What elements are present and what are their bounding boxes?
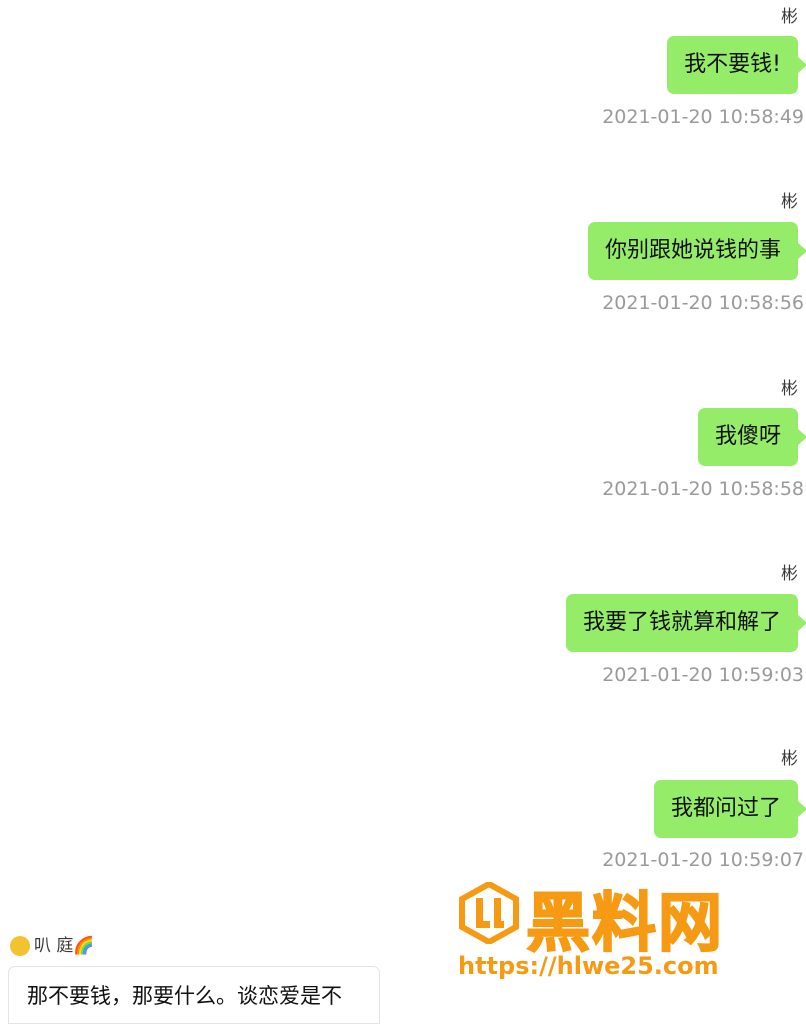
- message-bubble[interactable]: 我都问过了: [653, 780, 806, 838]
- sender-name: 彬: [781, 192, 798, 212]
- sender-name: 彬: [781, 564, 798, 584]
- message-timestamp: 2021-01-20 10:58:56: [602, 292, 804, 314]
- message-timestamp: 2021-01-20 10:58:58: [602, 478, 804, 500]
- watermark-logo-icon: [459, 882, 519, 944]
- incoming-sender-name: 叭 庭🌈: [34, 936, 95, 956]
- incoming-message-bubble[interactable]: 那不要钱，那要什么。谈恋爱是不: [8, 966, 380, 1024]
- message-timestamp: 2021-01-20 10:58:49: [602, 106, 804, 128]
- message-timestamp: 2021-01-20 10:59:03: [602, 664, 804, 686]
- sender-name: 彬: [781, 7, 798, 27]
- message-bubble[interactable]: 你别跟她说钱的事: [587, 222, 806, 280]
- watermark-url: https://hlwe25.com: [458, 952, 719, 980]
- sender-name: 彬: [781, 749, 798, 769]
- incoming-sender: 叭 庭🌈: [10, 931, 95, 956]
- message-bubble[interactable]: 我傻呀: [697, 408, 806, 466]
- message-bubble[interactable]: 我要了钱就算和解了: [565, 594, 806, 652]
- watermark-title: 黑料网: [525, 886, 724, 962]
- smiley-emoji-icon: [10, 936, 30, 956]
- message-timestamp: 2021-01-20 10:59:07: [602, 849, 804, 871]
- sender-name: 彬: [781, 379, 798, 399]
- message-bubble[interactable]: 我不要钱!: [667, 36, 806, 94]
